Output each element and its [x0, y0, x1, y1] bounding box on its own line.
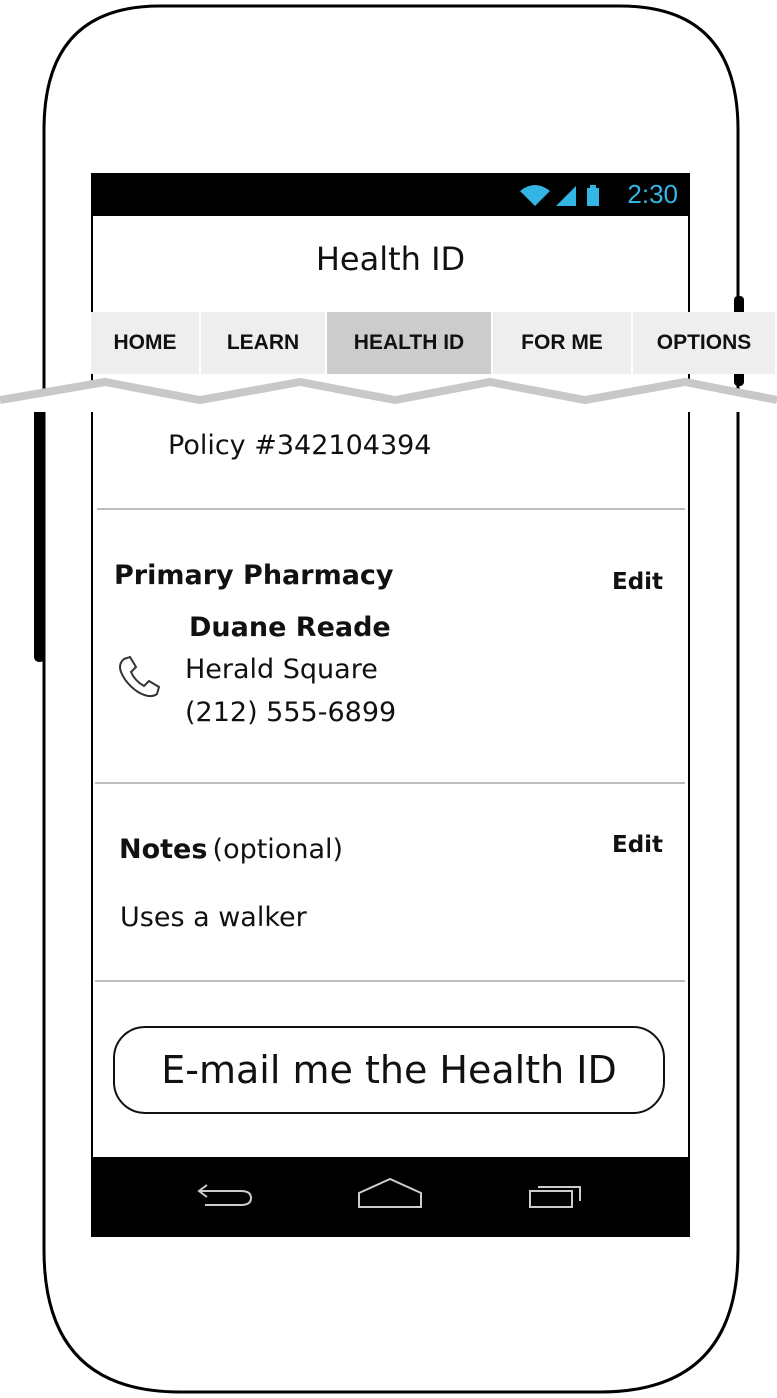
tab-bar: HOME LEARN HEALTH ID FOR ME OPTIONS	[91, 312, 777, 374]
scroll-break-indicator	[0, 377, 777, 412]
back-icon[interactable]	[191, 1175, 261, 1215]
pharmacy-section-title: Primary Pharmacy	[114, 560, 394, 591]
tab-options[interactable]: OPTIONS	[633, 312, 777, 374]
tab-learn[interactable]: LEARN	[201, 312, 327, 374]
email-health-id-button[interactable]: E-mail me the Health ID	[113, 1026, 665, 1114]
status-time: 2:30	[627, 179, 678, 209]
status-bar: 2:30	[91, 173, 690, 216]
page-title: Health ID	[315, 240, 466, 278]
battery-icon	[587, 185, 599, 206]
pharmacy-edit-link[interactable]: Edit	[612, 569, 663, 595]
pharmacy-phone[interactable]: (212) 555-6899	[185, 697, 396, 728]
notes-header: Notes (optional)	[119, 834, 343, 865]
pharmacy-location: Herald Square	[185, 654, 378, 685]
status-icons	[518, 182, 618, 212]
tab-for-me[interactable]: FOR ME	[493, 312, 633, 374]
notes-qualifier: (optional)	[212, 834, 344, 865]
policy-number: Policy #342104394	[168, 430, 432, 461]
notes-edit-link[interactable]: Edit	[612, 832, 663, 858]
wifi-icon	[520, 185, 550, 206]
phone-icon[interactable]	[116, 655, 162, 701]
divider	[95, 782, 685, 784]
divider	[95, 980, 685, 982]
navigation-bar	[91, 1157, 690, 1237]
home-icon[interactable]	[355, 1175, 425, 1215]
tab-home[interactable]: HOME	[91, 312, 201, 374]
notes-section-title: Notes	[119, 834, 208, 865]
divider	[97, 508, 685, 510]
notes-text: Uses a walker	[120, 902, 307, 933]
recents-icon[interactable]	[526, 1175, 596, 1215]
tab-health-id[interactable]: HEALTH ID	[327, 312, 493, 374]
signal-icon	[556, 186, 576, 206]
pharmacy-name: Duane Reade	[189, 612, 391, 643]
